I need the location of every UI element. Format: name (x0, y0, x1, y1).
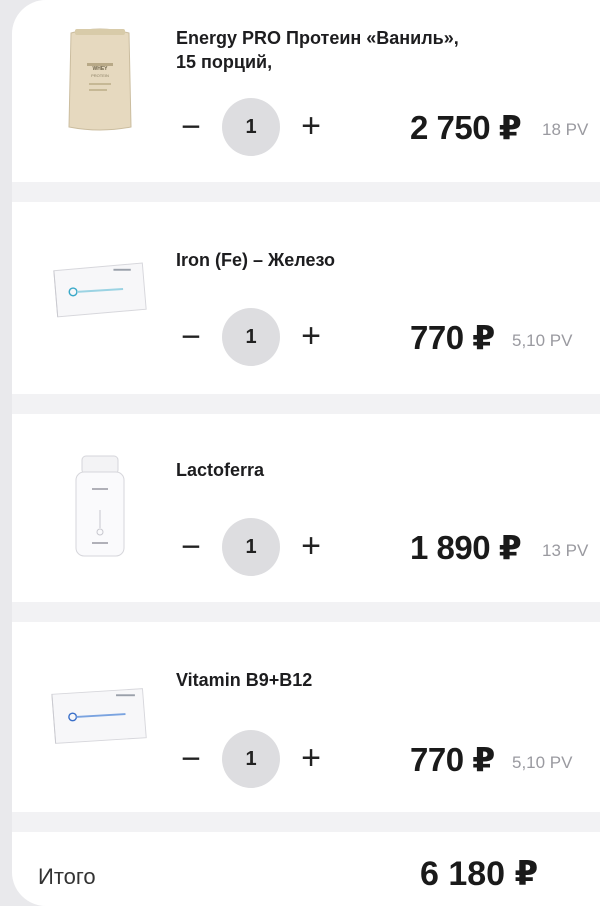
item-price: 1 890 ₽ (410, 529, 522, 566)
increase-quantity-button[interactable]: + (296, 741, 326, 775)
item-price: 2 750 ₽ (410, 109, 522, 146)
decrease-quantity-button[interactable]: − (176, 110, 206, 144)
product-name[interactable]: Lactoferra (176, 458, 592, 482)
product-name[interactable]: Iron (Fe) – Железо (176, 248, 592, 272)
supplement-box-icon (53, 262, 147, 318)
total-value: 6 180 ₽ (420, 855, 539, 893)
cart-total: Итого 6 180 ₽ (12, 832, 600, 906)
decrease-quantity-button[interactable]: − (176, 320, 206, 354)
quantity-value[interactable]: 1 (222, 730, 280, 788)
item-pv: 5,10 PV (512, 753, 573, 772)
product-image-iron[interactable] (50, 252, 150, 326)
cart-item: Vitamin B9+B12 − 1 + 770 ₽ 5,10 PV (12, 622, 600, 812)
image-label: WHEY (92, 66, 108, 72)
quantity-value[interactable]: 1 (222, 518, 280, 576)
product-image-vitamin[interactable] (50, 680, 150, 752)
product-name-line2: 15 порций, (176, 52, 273, 72)
decrease-quantity-button[interactable]: − (176, 530, 206, 564)
product-image-whey[interactable]: WHEY PROTEIN (50, 20, 150, 138)
item-price: 770 ₽ (410, 319, 495, 356)
cart-item: WHEY PROTEIN Energy PRO Протеин «Ваниль»… (12, 0, 600, 182)
increase-quantity-button[interactable]: + (296, 529, 326, 563)
cart-item: Lactoferra − 1 + 1 890 ₽ 13 PV (12, 414, 600, 602)
supplement-box-icon (51, 688, 147, 744)
increase-quantity-button[interactable]: + (296, 109, 326, 143)
item-price: 770 ₽ (410, 741, 495, 778)
cart-item: Iron (Fe) – Железо − 1 + 770 ₽ 5,10 PV (12, 202, 600, 394)
protein-pouch-icon (68, 28, 132, 131)
supplement-bottle-icon (75, 455, 125, 557)
product-image-lactoferra[interactable] (50, 452, 150, 560)
decrease-quantity-button[interactable]: − (176, 742, 206, 776)
product-name-line1: Lactoferra (176, 460, 265, 480)
product-name-line1: Vitamin B9+B12 (176, 670, 313, 690)
item-pv: 18 PV (542, 120, 589, 139)
increase-quantity-button[interactable]: + (296, 319, 326, 353)
cart-screen: WHEY PROTEIN Energy PRO Протеин «Ваниль»… (12, 0, 600, 906)
item-pv: 5,10 PV (512, 331, 573, 350)
quantity-value[interactable]: 1 (222, 308, 280, 366)
product-name[interactable]: Vitamin B9+B12 (176, 668, 592, 692)
item-pv: 13 PV (542, 541, 589, 560)
product-name-line1: Iron (Fe) – Железо (176, 250, 335, 270)
total-label: Итого (38, 864, 96, 889)
quantity-value[interactable]: 1 (222, 98, 280, 156)
image-sublabel: PROTEIN (91, 73, 109, 78)
product-name-line1: Energy PRO Протеин «Ваниль», (176, 28, 459, 48)
product-name[interactable]: Energy PRO Протеин «Ваниль», 15 порций, (176, 26, 592, 74)
